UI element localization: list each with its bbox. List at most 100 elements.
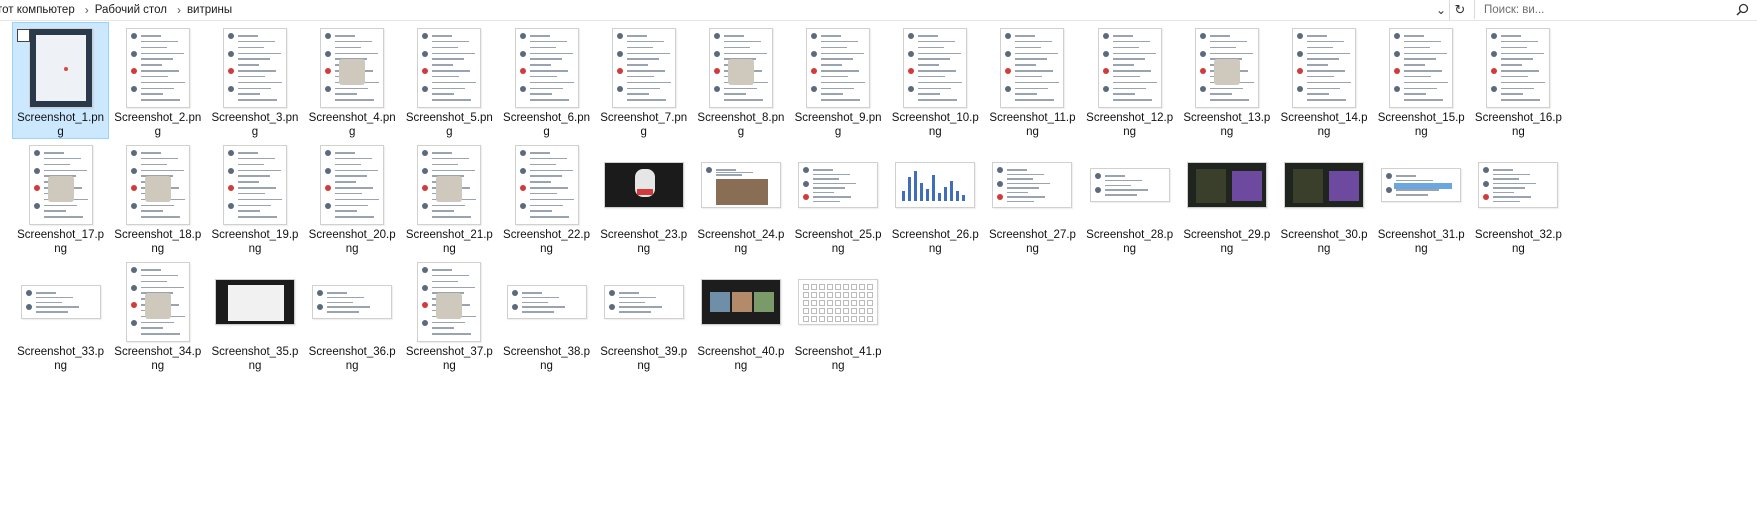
select-checkbox[interactable] (17, 29, 30, 42)
thumbnail-area (601, 260, 687, 344)
file-item[interactable]: Screenshot_36.png (304, 256, 401, 373)
file-thumbnail (320, 145, 385, 225)
file-item[interactable]: Screenshot_33.png (12, 256, 109, 373)
file-item[interactable]: Screenshot_20.png (304, 139, 401, 256)
file-item[interactable]: Screenshot_1.png (12, 22, 110, 139)
file-item[interactable]: Screenshot_26.png (887, 139, 984, 256)
file-name-label: Screenshot_23.png (600, 229, 688, 255)
file-item[interactable]: Screenshot_21.png (401, 139, 498, 256)
file-thumbnail (506, 285, 587, 319)
file-thumbnail (1389, 28, 1454, 108)
file-item[interactable]: Screenshot_14.png (1275, 22, 1372, 139)
file-item[interactable]: Screenshot_34.png (109, 256, 206, 373)
file-thumbnail (125, 28, 190, 108)
file-thumbnail (417, 145, 482, 225)
file-thumbnail (1292, 28, 1357, 108)
chevron-right-icon[interactable]: › (177, 3, 181, 17)
file-thumbnail (514, 145, 579, 225)
thumbnail-area (18, 26, 104, 110)
file-item[interactable]: Screenshot_32.png (1470, 139, 1567, 256)
file-name-label: Screenshot_35.png (211, 346, 299, 372)
file-item[interactable]: Screenshot_18.png (109, 139, 206, 256)
file-name-label: Screenshot_8.png (697, 112, 785, 138)
thumbnail-area (1281, 26, 1367, 110)
file-item[interactable]: Screenshot_2.png (109, 22, 206, 139)
file-item[interactable]: Screenshot_5.png (401, 22, 498, 139)
file-item[interactable]: Screenshot_19.png (206, 139, 303, 256)
file-item[interactable]: Screenshot_3.png (206, 22, 303, 139)
refresh-button[interactable]: ↻ (1449, 0, 1470, 20)
address-history-dropdown[interactable]: ⌄ (1433, 0, 1449, 20)
thumbnail-area (1087, 26, 1173, 110)
search-input[interactable] (1475, 1, 1704, 18)
thumbnail-area (698, 143, 784, 227)
file-item[interactable]: Screenshot_17.png (12, 139, 109, 256)
breadcrumb-item-desktop[interactable]: Рабочий стол (95, 4, 173, 16)
file-name-label: Screenshot_15.png (1377, 112, 1465, 138)
file-thumbnail (798, 279, 879, 325)
file-item[interactable]: Screenshot_15.png (1373, 22, 1470, 139)
file-thumbnail (28, 28, 93, 108)
file-item[interactable]: Screenshot_16.png (1470, 22, 1567, 139)
file-item[interactable]: Screenshot_30.png (1275, 139, 1372, 256)
file-thumbnail (992, 162, 1073, 208)
file-item[interactable]: Screenshot_8.png (692, 22, 789, 139)
file-item[interactable]: Screenshot_28.png (1081, 139, 1178, 256)
address-bar: тот компьютер › Рабочий стол › витрины ⌄… (0, 0, 1757, 21)
breadcrumb-item-folder[interactable]: витрины (187, 4, 238, 16)
thumbnail-area (212, 260, 298, 344)
file-thumbnail (125, 145, 190, 225)
file-item[interactable]: Screenshot_38.png (498, 256, 595, 373)
breadcrumb[interactable]: тот компьютер › Рабочий стол › витрины (0, 0, 1430, 20)
file-item[interactable]: Screenshot_31.png (1373, 139, 1470, 256)
thumbnail-area (892, 26, 978, 110)
file-item[interactable]: Screenshot_40.png (692, 256, 789, 373)
search-icon[interactable] (1736, 3, 1749, 16)
thumbnail-area (309, 143, 395, 227)
file-item[interactable]: Screenshot_24.png (692, 139, 789, 256)
thumbnail-area (212, 26, 298, 110)
file-item[interactable]: Screenshot_9.png (790, 22, 887, 139)
file-thumbnail (417, 262, 482, 342)
file-item[interactable]: Screenshot_37.png (401, 256, 498, 373)
file-item[interactable]: Screenshot_7.png (595, 22, 692, 139)
file-item[interactable]: Screenshot_25.png (790, 139, 887, 256)
thumbnail-area (795, 143, 881, 227)
file-item[interactable]: Screenshot_10.png (887, 22, 984, 139)
file-name-label: Screenshot_4.png (308, 112, 396, 138)
thumbnail-area (406, 26, 492, 110)
file-name-label: Screenshot_32.png (1474, 229, 1562, 255)
file-thumbnail (222, 145, 287, 225)
chevron-right-icon[interactable]: › (85, 3, 89, 17)
file-item[interactable]: Screenshot_39.png (595, 256, 692, 373)
file-item[interactable]: Screenshot_29.png (1178, 139, 1275, 256)
thumbnail-area (406, 143, 492, 227)
file-thumbnail (1089, 168, 1170, 202)
breadcrumb-item-computer[interactable]: тот компьютер (0, 4, 81, 16)
file-name-label: Screenshot_9.png (794, 112, 882, 138)
thumbnail-area (504, 26, 590, 110)
file-thumbnail (603, 162, 684, 208)
file-name-label: Screenshot_3.png (211, 112, 299, 138)
thumbnail-area (1184, 26, 1270, 110)
file-name-label: Screenshot_25.png (794, 229, 882, 255)
file-item[interactable]: Screenshot_6.png (498, 22, 595, 139)
file-item[interactable]: Screenshot_12.png (1081, 22, 1178, 139)
file-item[interactable]: Screenshot_27.png (984, 139, 1081, 256)
file-name-label: Screenshot_19.png (211, 229, 299, 255)
file-name-label: Screenshot_24.png (697, 229, 785, 255)
file-thumbnail (895, 162, 976, 208)
search-box[interactable] (1474, 0, 1757, 19)
file-item[interactable]: Screenshot_23.png (595, 139, 692, 256)
file-item[interactable]: Screenshot_35.png (206, 256, 303, 373)
thumbnail-area (1378, 143, 1464, 227)
file-item[interactable]: Screenshot_4.png (304, 22, 401, 139)
file-name-label: Screenshot_36.png (308, 346, 396, 372)
file-item[interactable]: Screenshot_13.png (1178, 22, 1275, 139)
file-item[interactable]: Screenshot_41.png (790, 256, 887, 373)
file-thumbnail (312, 285, 393, 319)
file-name-label: Screenshot_12.png (1086, 112, 1174, 138)
file-thumbnail (611, 28, 676, 108)
file-item[interactable]: Screenshot_22.png (498, 139, 595, 256)
file-item[interactable]: Screenshot_11.png (984, 22, 1081, 139)
